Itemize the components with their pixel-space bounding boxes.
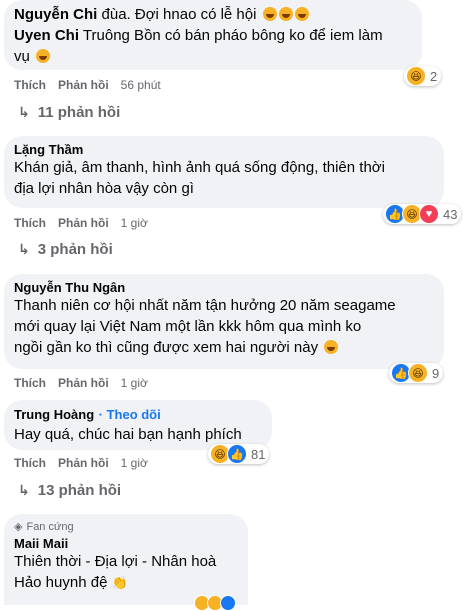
- reaction-summary[interactable]: [192, 595, 237, 611]
- reaction-summary[interactable]: 😆 2: [404, 66, 442, 86]
- rofl-emoji-icon: [262, 7, 277, 21]
- comment-bubble: Trung Hoàng · Theo dõi Hay quá, chúc hai…: [4, 400, 272, 450]
- reply-arrow-icon: ↳: [18, 104, 30, 120]
- like-button[interactable]: Thích: [14, 456, 46, 470]
- comment-bubble: ◈ Fan cứng Maii Maii Thiên thời - Địa lợ…: [4, 514, 248, 605]
- reply-button[interactable]: Phản hồi: [58, 456, 109, 470]
- comment-text: vụ: [14, 48, 30, 65]
- mentioned-user[interactable]: Uyen Chi: [14, 27, 79, 44]
- comment-author[interactable]: Maii Maii: [14, 536, 236, 551]
- replies-count: 11 phản hồi: [37, 104, 121, 121]
- replies-count: 3 phản hồi: [37, 241, 113, 258]
- like-button[interactable]: Thích: [14, 216, 46, 230]
- rofl-emoji-icon: [324, 340, 339, 354]
- comment-author[interactable]: Nguyễn Thu Ngân: [14, 280, 432, 295]
- view-replies-link[interactable]: ↳ 11 phản hồi: [18, 104, 120, 121]
- diamond-icon: ◈: [14, 521, 23, 533]
- reaction-count: 43: [443, 206, 458, 222]
- timestamp[interactable]: 1 giờ: [121, 216, 148, 230]
- comment-text: Hảo huynh đệ: [14, 574, 108, 591]
- comment-text: Khán giả, âm thanh, hình ảnh quá sống độ…: [14, 159, 385, 176]
- comment-bubble: Nguyễn Thu Ngân Thanh niên cơ hội nhất n…: [4, 274, 444, 369]
- timestamp[interactable]: 1 giờ: [121, 456, 148, 470]
- like-button[interactable]: Thích: [14, 376, 46, 390]
- like-button[interactable]: Thích: [14, 78, 46, 92]
- reply-button[interactable]: Phản hồi: [58, 376, 109, 390]
- reaction-summary[interactable]: 👍 😆 ♥ 43: [383, 204, 462, 224]
- reaction-count: 2: [430, 68, 438, 84]
- follow-link[interactable]: · Theo dõi: [99, 407, 161, 422]
- comment-actions: Thích Phản hồi 1 giờ: [14, 376, 148, 390]
- reply-arrow-icon: ↳: [18, 241, 30, 257]
- reply-arrow-icon: ↳: [18, 482, 30, 498]
- top-fan-badge: ◈ Fan cứng: [14, 520, 74, 534]
- comment-bubble: Nguyễn Chi đùa. Đợi hnao có lễ hội Uyen …: [4, 0, 422, 70]
- reply-button[interactable]: Phản hồi: [58, 78, 109, 92]
- comment-actions: Thích Phản hồi 1 giờ: [14, 216, 148, 230]
- like-reaction-icon: [220, 595, 236, 611]
- comment-text: Hay quá, chúc hai bạn hạnh phích: [14, 426, 242, 443]
- reaction-count: 9: [432, 365, 440, 381]
- comment-author[interactable]: Lặng Thầm: [14, 142, 432, 157]
- rofl-emoji-icon: [278, 7, 293, 21]
- view-replies-link[interactable]: ↳ 13 phản hồi: [18, 482, 121, 499]
- reply-button[interactable]: Phản hồi: [58, 216, 109, 230]
- comment-text: đùa. Đợi hnao có lễ hội: [101, 6, 257, 23]
- view-replies-link[interactable]: ↳ 3 phản hồi: [18, 241, 113, 258]
- timestamp[interactable]: 1 giờ: [121, 376, 148, 390]
- comment-text: Thanh niên cơ hội nhất năm tận hưởng 20 …: [14, 297, 396, 314]
- rofl-emoji-icon: [294, 7, 309, 21]
- comment-author[interactable]: Trung Hoàng: [14, 407, 94, 422]
- comment-text: địa lợi nhân hòa vậy còn gì: [14, 180, 194, 197]
- clapping-hands-icon: 👏: [111, 575, 128, 590]
- comment-text: ngồi gần ko thì cũng được xem hai người …: [14, 339, 319, 356]
- comment-author[interactable]: Nguyễn Chi: [14, 6, 97, 23]
- comment-text: Truông Bồn có bán pháo bông ko để iem là…: [82, 27, 383, 44]
- reaction-summary[interactable]: 😆 👍 81: [208, 444, 270, 464]
- rofl-emoji-icon: [36, 49, 51, 63]
- haha-reaction-icon: 😆: [408, 363, 428, 383]
- haha-reaction-icon: 😆: [406, 66, 426, 86]
- comment-text: Thiên thời - Địa lợi - Nhân hoà: [14, 553, 217, 570]
- comment-bubble: Lặng Thầm Khán giả, âm thanh, hình ảnh q…: [4, 136, 444, 208]
- timestamp[interactable]: 56 phút: [121, 78, 161, 92]
- comment-actions: Thích Phản hồi 56 phút: [14, 78, 161, 92]
- comment-text: mới quay lại Việt Nam một lần kkk hôm qu…: [14, 318, 362, 335]
- comment-actions: Thích Phản hồi 1 giờ: [14, 456, 148, 470]
- reaction-summary[interactable]: 👍 😆 9: [389, 363, 444, 383]
- replies-count: 13 phản hồi: [37, 482, 122, 499]
- love-reaction-icon: ♥: [419, 204, 439, 224]
- like-reaction-icon: 👍: [227, 444, 247, 464]
- reaction-count: 81: [251, 446, 266, 462]
